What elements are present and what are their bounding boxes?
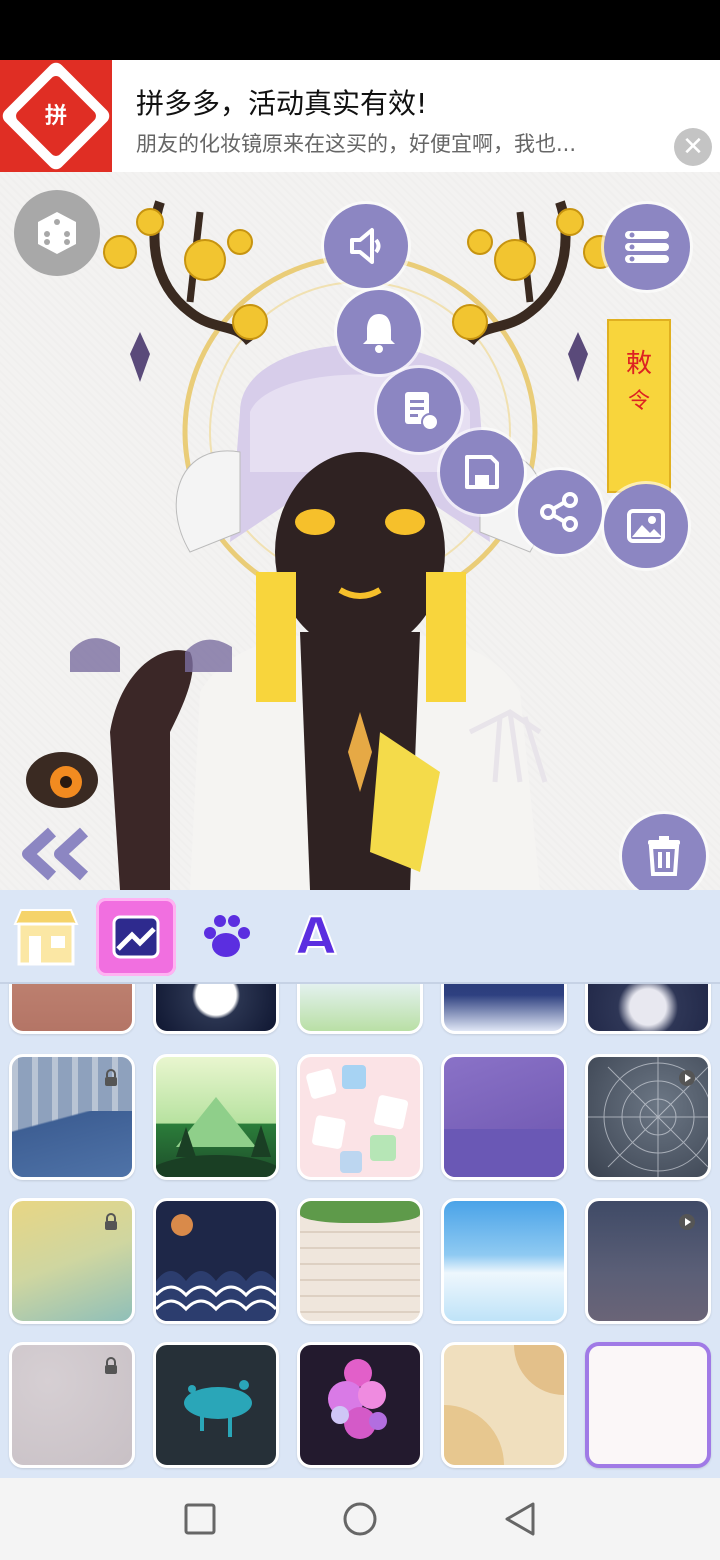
menu-list-icon[interactable] <box>604 204 690 290</box>
bg-night-castle[interactable] <box>441 984 567 1034</box>
bg-navy-waves[interactable] <box>153 1198 279 1324</box>
ad-description[interactable]: 朋友的化妆镜原来在这买的，好便宜啊，我也... <box>136 128 576 158</box>
ad-logo-text: 拼 <box>44 104 67 129</box>
bg-blank-white[interactable] <box>585 1342 711 1468</box>
document-clock-icon[interactable] <box>377 368 461 452</box>
letter-a-icon: A <box>295 906 337 968</box>
paw-icon <box>204 915 250 957</box>
bell-icon[interactable] <box>337 290 421 374</box>
svg-text:敕: 敕 <box>626 349 652 379</box>
bg-full-moon[interactable] <box>153 984 279 1034</box>
bg-paper-fans[interactable] <box>441 1342 567 1468</box>
bg-pink-cards[interactable] <box>297 1054 423 1180</box>
bg-brick-wall[interactable] <box>297 1198 423 1324</box>
background-grid <box>0 984 720 1478</box>
character-canvas[interactable]: 敕 令 <box>0 172 720 890</box>
bg-red-clouds[interactable] <box>9 984 135 1034</box>
bg-lily-pond[interactable] <box>297 984 423 1034</box>
tab-background[interactable] <box>96 898 176 976</box>
tab-text[interactable]: A <box>276 898 356 976</box>
ad-banner[interactable]: 拼 拼多多，活动真实有效! 朋友的化妆镜原来在这买的，好便宜啊，我也... ✕ … <box>0 59 720 226</box>
dice-icon[interactable] <box>14 190 100 276</box>
bg-starry-night[interactable] <box>585 984 711 1034</box>
save-icon[interactable] <box>440 430 524 514</box>
trash-icon[interactable] <box>622 814 706 890</box>
bg-blue-forest[interactable] <box>9 1054 135 1180</box>
back-double-chevron-icon[interactable] <box>22 826 92 882</box>
video-badge-icon <box>679 1070 695 1086</box>
shop-icon <box>13 909 79 966</box>
image-icon[interactable] <box>604 484 688 568</box>
status-bar <box>0 0 720 60</box>
tab-shop[interactable] <box>6 898 86 976</box>
lock-icon <box>105 1213 117 1230</box>
share-icon[interactable] <box>518 470 602 554</box>
system-nav-bar <box>0 1478 720 1560</box>
square-icon[interactable] <box>183 1502 217 1536</box>
bg-sky-clouds[interactable] <box>441 1198 567 1324</box>
bg-dusk-stars[interactable] <box>585 1198 711 1324</box>
tab-pet[interactable] <box>186 898 266 976</box>
bg-purple-clouds[interactable] <box>441 1054 567 1180</box>
ad-title[interactable]: 拼多多，活动真实有效! <box>136 82 427 122</box>
svg-text:令: 令 <box>628 389 650 414</box>
landscape-icon <box>112 915 160 959</box>
video-badge-icon <box>679 1214 695 1230</box>
bg-grey-pattern[interactable] <box>9 1342 135 1468</box>
triangle-back-icon[interactable] <box>503 1501 537 1537</box>
category-tab-bar: A <box>0 890 720 984</box>
bg-golden-waves[interactable] <box>9 1198 135 1324</box>
bg-green-mountains[interactable] <box>153 1054 279 1180</box>
lock-icon <box>105 1069 117 1086</box>
bg-teal-splatter[interactable] <box>153 1342 279 1468</box>
lock-icon <box>105 1357 117 1374</box>
bg-spider-web[interactable] <box>585 1054 711 1180</box>
ad-logo: 拼 <box>0 59 113 173</box>
sound-icon[interactable] <box>324 204 408 288</box>
circle-icon[interactable] <box>342 1501 378 1537</box>
ad-close-button[interactable]: ✕ <box>674 128 712 166</box>
bg-pink-bubbles[interactable] <box>297 1342 423 1468</box>
